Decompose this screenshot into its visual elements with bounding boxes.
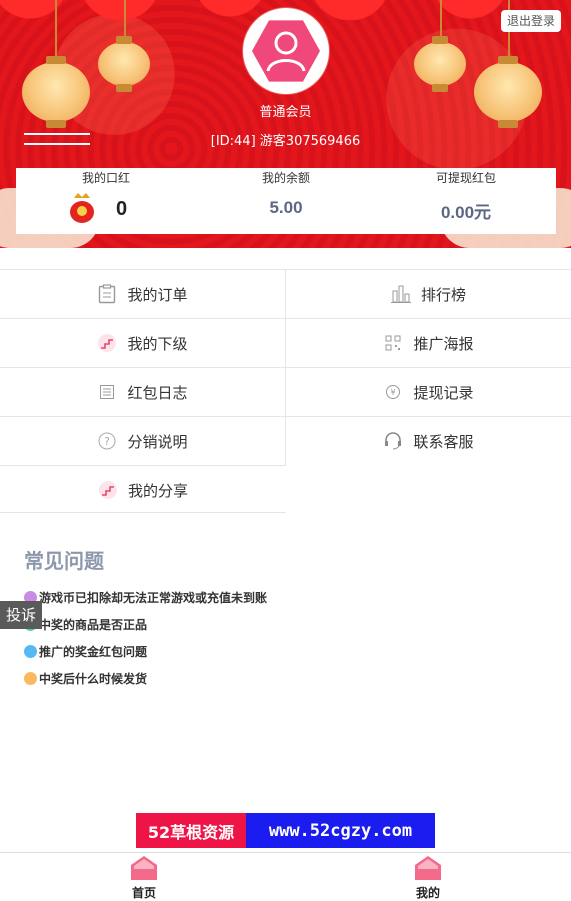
yen-coin-icon: ¥ [383, 382, 403, 402]
member-level: 普通会员 [259, 105, 312, 120]
faq-item[interactable]: 推广的奖金红包问题 [24, 643, 147, 660]
faq-item[interactable]: 游戏币已扣除却无法正常游戏或充值未到账 [24, 589, 267, 606]
complain-button[interactable]: 投诉 [0, 601, 42, 629]
stat-withdrawable[interactable]: 可提现红包 0.00元 [376, 168, 556, 234]
faq-item[interactable]: 中奖的商品是否正品 [24, 616, 147, 633]
red-bag-icon [70, 193, 94, 223]
bullet-dot-icon [24, 645, 37, 658]
qr-code-icon [383, 333, 403, 353]
logout-button[interactable]: 退出登录 [500, 10, 561, 32]
profile-header: 退出登录 普通会员 [ID:44] 游客307569466 我的口红 0 我的余… [0, 0, 571, 248]
stat-balance[interactable]: 我的余额 5.00 [196, 168, 376, 234]
avatar[interactable] [243, 8, 329, 94]
svg-text:¥: ¥ [391, 388, 396, 397]
stairs-icon [97, 333, 117, 353]
clipboard-icon [97, 284, 117, 304]
menu-ranking[interactable]: 排行榜 [286, 269, 571, 318]
svg-text:?: ? [105, 435, 111, 448]
menu-redpacket-log[interactable]: 红包日志 [0, 367, 286, 416]
bar-chart-icon [390, 284, 411, 304]
menu-subordinates[interactable]: 我的下级 [0, 318, 286, 367]
menu-customer-service[interactable]: 联系客服 [286, 416, 571, 465]
stat-lipstick[interactable]: 我的口红 0 [16, 168, 196, 234]
lantern-decoration [414, 36, 466, 92]
user-icon [266, 31, 306, 72]
bottom-tab-bar: 首页 我的 [0, 852, 571, 900]
home-icon [415, 856, 441, 880]
menu-distribution-info[interactable]: ? 分销说明 [0, 416, 286, 465]
faq-title: 常见问题 [24, 549, 104, 573]
bullet-dot-icon [24, 672, 37, 685]
menu-my-orders[interactable]: 我的订单 [0, 269, 286, 318]
home-icon [131, 856, 157, 880]
menu-withdraw-records[interactable]: ¥ 提现记录 [286, 367, 571, 416]
menu-promo-poster[interactable]: 推广海报 [286, 318, 571, 367]
lantern-decoration [98, 36, 150, 92]
headset-icon [383, 431, 403, 451]
menu-my-shares[interactable]: 我的分享 [0, 465, 286, 514]
stairs-icon [98, 480, 118, 500]
tab-home[interactable]: 首页 [94, 853, 194, 901]
faq-item[interactable]: 中奖后什么时候发货 [24, 670, 147, 687]
watermark-banner: 52草根资源 www.52cgzy.com [136, 813, 435, 848]
question-icon: ? [97, 431, 117, 451]
tab-mine[interactable]: 我的 [378, 853, 478, 901]
log-icon [97, 382, 117, 402]
stats-panel: 我的口红 0 我的余额 5.00 可提现红包 0.00元 [16, 168, 556, 234]
member-id: [ID:44] 游客307569466 [210, 134, 361, 149]
